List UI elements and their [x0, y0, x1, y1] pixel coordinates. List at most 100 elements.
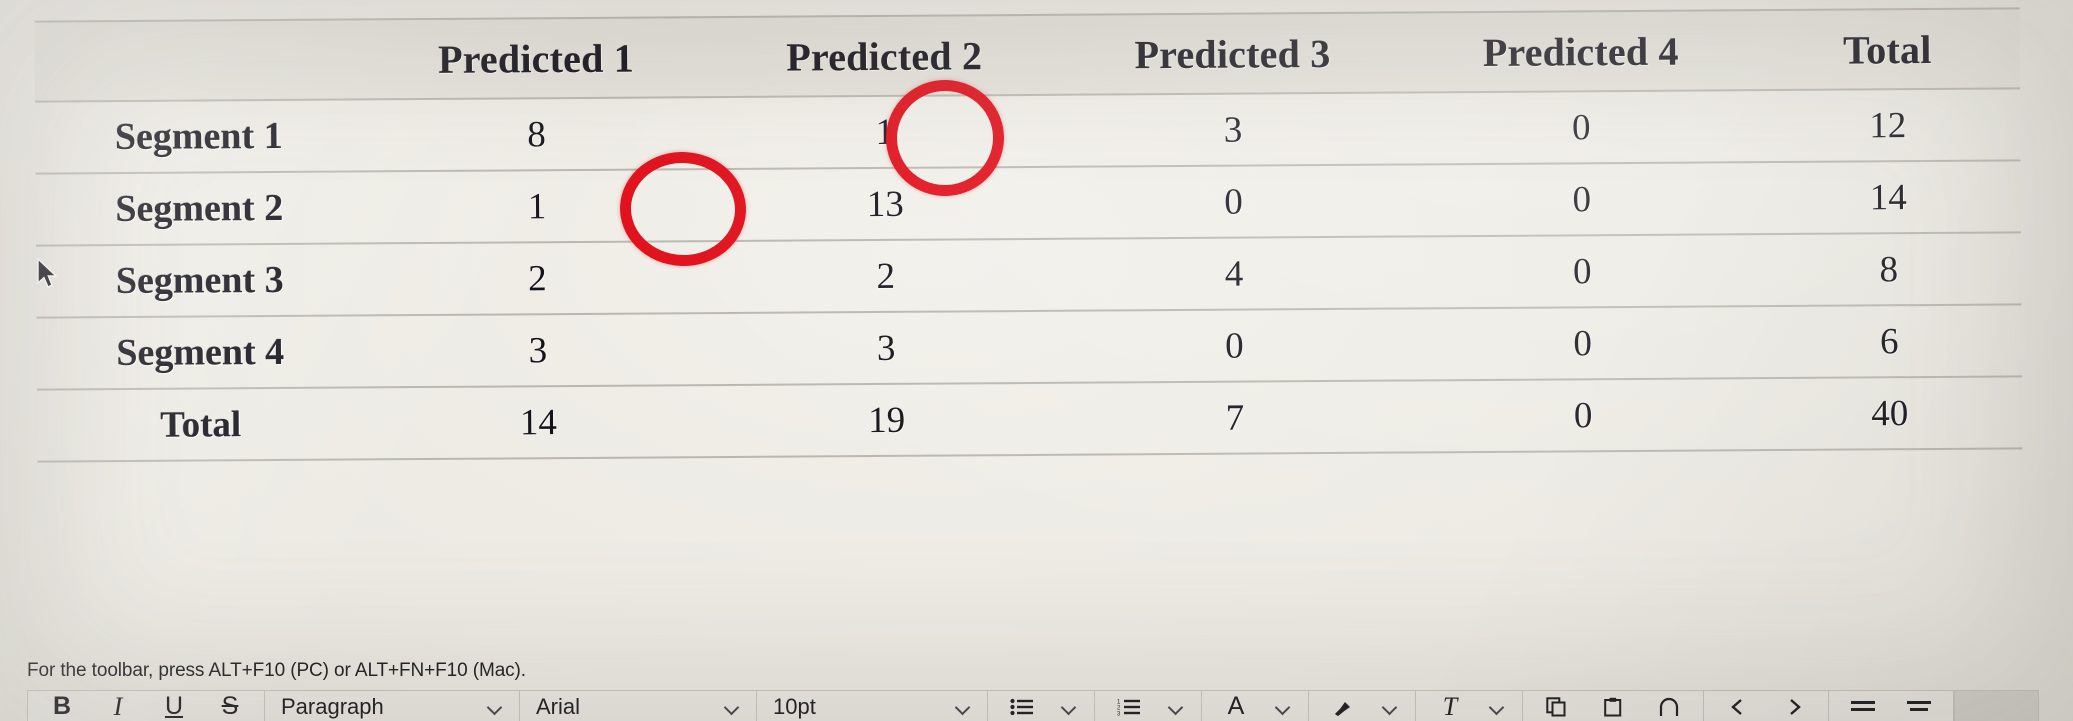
highlight-dropdown[interactable]	[1371, 691, 1409, 721]
confusion-matrix-table: Predicted 1 Predicted 2 Predicted 3 Pred…	[34, 7, 2023, 462]
clear-format-button[interactable]: T	[1422, 691, 1478, 721]
table-row: Total 14 19 7 0 40	[37, 376, 2023, 462]
paragraph-format-value: Paragraph	[281, 693, 384, 719]
chevron-down-icon	[956, 702, 971, 711]
bulleted-list-dropdown[interactable]	[1050, 691, 1088, 721]
chevron-down-icon	[725, 702, 740, 711]
bold-button[interactable]: B	[34, 691, 90, 721]
bulleted-list-button[interactable]	[994, 691, 1050, 721]
header-row: Predicted 1 Predicted 2 Predicted 3 Pred…	[34, 8, 2021, 102]
underline-button[interactable]: U	[146, 691, 202, 721]
bulleted-list-icon	[1010, 698, 1033, 715]
chevron-down-icon	[1062, 702, 1077, 711]
cell-segment3-total: 8	[1756, 232, 2022, 307]
highlighter-icon	[1335, 701, 1350, 716]
clear-format-dropdown[interactable]	[1478, 691, 1516, 721]
italic-button[interactable]: I	[90, 691, 146, 721]
text-color-button[interactable]: A	[1208, 691, 1264, 721]
paragraph-format-select[interactable]: Paragraph	[271, 691, 513, 721]
text-color-dropdown[interactable]	[1264, 691, 1302, 721]
cell-segment3-predicted4: 0	[1407, 234, 1757, 309]
undo-icon	[1659, 697, 1679, 716]
chevron-down-icon	[1276, 702, 1291, 711]
row-label-total: Total	[37, 387, 365, 462]
cell-segment3-predicted2: 2	[711, 238, 1061, 314]
align-button[interactable]	[1835, 691, 1891, 721]
screenshot-root: Predicted 1 Predicted 2 Predicted 3 Pred…	[0, 0, 2073, 721]
confusion-matrix-container: Predicted 1 Predicted 2 Predicted 3 Pred…	[34, 7, 2023, 462]
indent-increase-button[interactable]	[1766, 691, 1822, 721]
paste-icon	[1604, 697, 1622, 716]
cell-segment2-predicted2: 13	[710, 166, 1060, 242]
cell-segment4-predicted1: 3	[363, 313, 713, 388]
toolbar-group-indent	[1704, 691, 1829, 721]
cell-segment4-total: 6	[1756, 304, 2022, 379]
table-row: Segment 3 2 2 4 0 8	[36, 232, 2022, 318]
cell-segment3-predicted3: 4	[1059, 236, 1409, 311]
cell-segment1-predicted3: 3	[1058, 92, 1408, 167]
toolbar-group-font-family: Arial	[520, 691, 757, 721]
font-family-select[interactable]: Arial	[526, 691, 750, 721]
undo-button[interactable]	[1641, 691, 1697, 721]
toolbar-group-paragraph-format: Paragraph	[265, 691, 520, 721]
header-predicted-4: Predicted 4	[1406, 10, 1756, 93]
font-size-value: 10pt	[773, 693, 816, 719]
indent-decrease-icon	[1731, 698, 1742, 715]
table-row: Segment 1 8 1 3 0 12	[35, 88, 2021, 174]
cell-total-predicted1: 14	[364, 385, 713, 460]
row-label-segment-3: Segment 3	[36, 243, 364, 318]
cell-segment4-predicted3: 0	[1060, 308, 1409, 383]
mouse-pointer	[37, 258, 58, 288]
cell-segment4-predicted4: 0	[1408, 306, 1758, 381]
toolbar-group-alignment	[1829, 691, 1954, 721]
cell-segment1-predicted4: 0	[1406, 90, 1756, 165]
table-row: Segment 2 1 13 0 0 14	[35, 160, 2022, 246]
numbered-list-dropdown[interactable]	[1157, 691, 1195, 721]
cell-segment2-predicted3: 0	[1059, 164, 1408, 239]
font-size-select[interactable]: 10pt	[763, 691, 981, 721]
cell-total-grand: 40	[1757, 376, 2023, 451]
copy-button[interactable]	[1529, 691, 1585, 721]
align-secondary-button[interactable]	[1891, 691, 1947, 721]
row-label-segment-2: Segment 2	[35, 171, 364, 246]
table-row: Segment 4 3 3 0 0 6	[36, 304, 2022, 390]
cell-segment2-predicted1: 1	[362, 169, 712, 244]
toolbar-group-clear-format: T	[1416, 691, 1523, 721]
table-body: Segment 1 8 1 3 0 12 Segment 2 1 13 0 0 …	[35, 88, 2023, 462]
cell-total-predicted2: 19	[712, 382, 1062, 458]
header-predicted-1: Predicted 1	[361, 17, 711, 100]
cell-segment3-predicted1: 2	[363, 241, 712, 316]
numbered-list-icon: 1 2 3	[1117, 699, 1140, 716]
cell-total-predicted4: 0	[1408, 378, 1758, 453]
toolbar-group-bulleted-list	[988, 691, 1095, 721]
copy-icon	[1546, 696, 1566, 716]
row-label-segment-4: Segment 4	[36, 315, 365, 390]
cell-segment1-predicted1: 8	[362, 97, 711, 172]
toolbar-group-highlight	[1309, 691, 1416, 721]
highlight-button[interactable]	[1315, 691, 1371, 721]
chevron-down-icon	[488, 702, 503, 711]
font-family-value: Arial	[536, 693, 581, 719]
cell-segment1-total: 12	[1755, 88, 2021, 163]
paste-button[interactable]	[1585, 691, 1641, 721]
chevron-down-icon	[1490, 702, 1505, 711]
toolbar-group-text-color: A	[1202, 691, 1309, 721]
toolbar-group-clipboard	[1523, 691, 1704, 721]
toolbar-endcap	[1954, 691, 2038, 721]
chevron-down-icon	[1169, 702, 1184, 711]
strikethrough-button[interactable]: S	[202, 691, 258, 721]
table-header: Predicted 1 Predicted 2 Predicted 3 Pred…	[34, 8, 2021, 102]
indent-decrease-button[interactable]	[1710, 691, 1766, 721]
header-corner	[34, 19, 363, 102]
cell-segment4-predicted2: 3	[711, 310, 1061, 386]
align-left-icon	[1851, 700, 1875, 711]
toolbar-group-font-size: 10pt	[757, 691, 988, 721]
cell-segment2-predicted4: 0	[1407, 162, 1757, 237]
toolbar-group-numbered-list: 1 2 3	[1095, 691, 1202, 721]
cell-segment1-predicted2: 1	[710, 94, 1060, 170]
numbered-list-button[interactable]: 1 2 3	[1101, 691, 1157, 721]
row-label-segment-1: Segment 1	[35, 99, 363, 174]
cell-total-predicted3: 7	[1060, 380, 1410, 455]
align-center-icon	[1907, 700, 1931, 711]
cell-segment2-total: 14	[1755, 160, 2022, 235]
